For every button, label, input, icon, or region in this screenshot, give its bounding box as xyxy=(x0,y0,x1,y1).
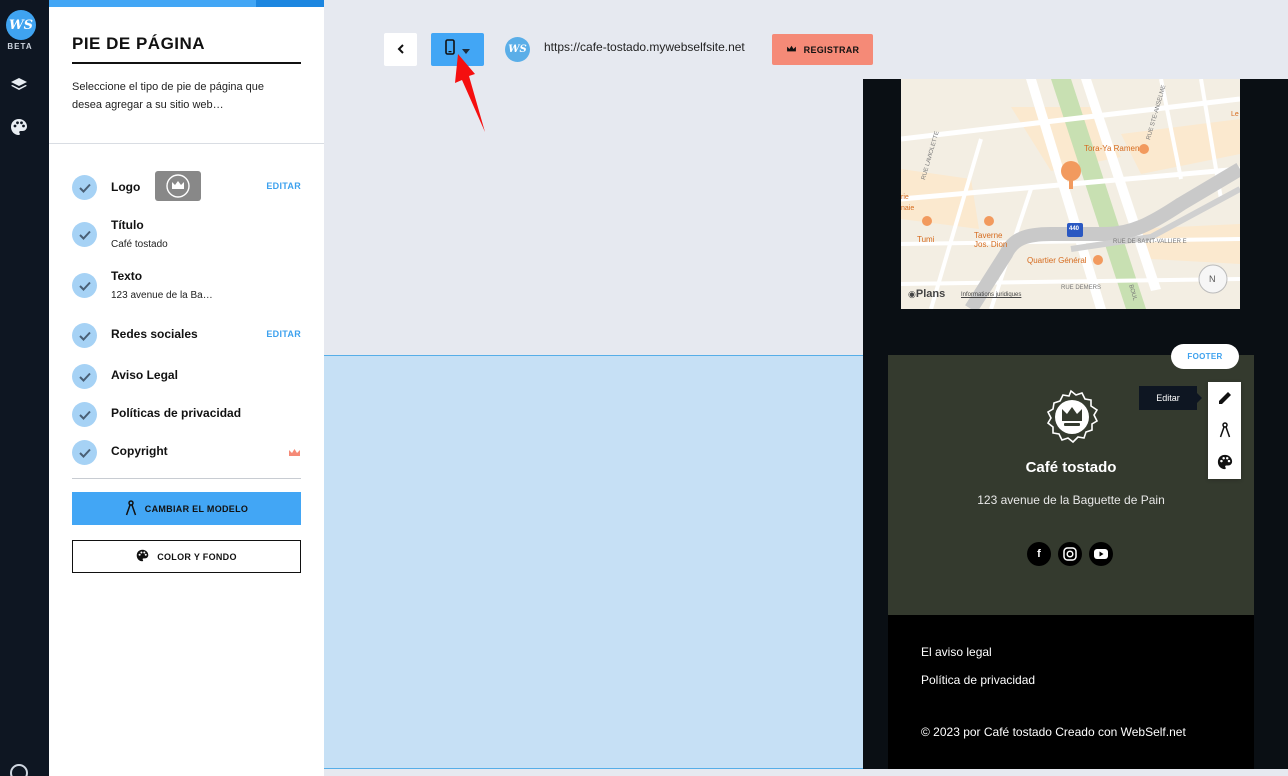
option-label: Redes sociales xyxy=(111,327,198,341)
check-icon[interactable] xyxy=(72,273,97,298)
option-label: Título xyxy=(111,218,144,232)
logo-thumbnail[interactable] xyxy=(155,171,201,201)
map-label: Tora-Ya Ramen xyxy=(1084,144,1140,153)
change-model-button[interactable]: CAMBIAR EL MODELO xyxy=(72,492,301,525)
chevron-left-icon xyxy=(397,41,405,59)
layers-icon[interactable] xyxy=(9,75,29,95)
instagram-icon[interactable] xyxy=(1058,542,1082,566)
check-icon[interactable] xyxy=(72,402,97,427)
palette-icon[interactable] xyxy=(9,117,29,137)
footer-site-title: Café tostado xyxy=(1025,459,1117,476)
compass-icon[interactable]: N xyxy=(1209,274,1216,284)
app-rail: WS BETA xyxy=(0,0,49,776)
divider xyxy=(72,478,301,479)
map-label: naie xyxy=(901,205,915,212)
register-label: REGISTRAR xyxy=(803,44,860,55)
check-icon[interactable] xyxy=(72,364,97,389)
apple-plans-logo: ◉Plans xyxy=(908,288,946,300)
option-label: Texto xyxy=(111,269,143,283)
compass-icon xyxy=(125,499,137,518)
palette-icon xyxy=(136,549,149,564)
map-label: 440 xyxy=(1069,226,1080,232)
option-privacy[interactable]: Políticas de privacidad xyxy=(72,399,301,429)
map-label: RUE DE SAINT-VALLIER E xyxy=(1113,239,1187,245)
register-button[interactable]: REGISTRAR xyxy=(772,34,873,65)
map-label: Quartier Général xyxy=(1027,256,1087,265)
option-label: Copyright xyxy=(111,444,168,458)
facebook-icon[interactable]: f xyxy=(1027,542,1051,566)
privacy-policy-link[interactable]: Política de privacidad xyxy=(921,673,1035,687)
legal-notice-link[interactable]: El aviso legal xyxy=(921,645,992,659)
edit-tooltip: Editar xyxy=(1139,386,1202,410)
edit-social-link[interactable]: EDITAR xyxy=(266,329,301,339)
map-label: rie xyxy=(901,194,909,201)
footer-legal-section[interactable] xyxy=(888,615,1254,769)
option-label: Políticas de privacidad xyxy=(111,406,242,420)
option-value: Café tostado xyxy=(111,239,168,250)
option-copyright[interactable]: Copyright xyxy=(72,437,301,467)
edit-logo-link[interactable]: EDITAR xyxy=(266,181,301,191)
crown-icon xyxy=(786,45,797,55)
map-embed[interactable]: Tora-Ya Ramen Taverne Jos. Dion Quartier… xyxy=(901,79,1240,309)
check-icon[interactable] xyxy=(72,323,97,348)
section-toolbox xyxy=(1208,382,1241,479)
divider xyxy=(49,143,324,144)
footer-section-tag[interactable]: FOOTER xyxy=(1171,344,1239,369)
color-background-button[interactable]: COLOR Y FONDO xyxy=(72,540,301,573)
palette-icon[interactable] xyxy=(1208,446,1241,478)
map-label: Taverne Jos. Dion xyxy=(974,231,1008,249)
option-social[interactable]: Redes sociales EDITAR xyxy=(72,320,301,350)
back-button[interactable] xyxy=(384,33,417,66)
check-icon[interactable] xyxy=(72,440,97,465)
footer-logo[interactable] xyxy=(1041,389,1101,454)
map-label: Tumi xyxy=(917,235,935,244)
option-value: 123 avenue de la Ba… xyxy=(111,290,213,301)
option-title[interactable]: Título Café tostado xyxy=(72,218,301,250)
site-url[interactable]: https://cafe-tostado.mywebselfsite.net xyxy=(544,40,745,54)
map-label: Le xyxy=(1231,111,1239,118)
footer-address: 123 avenue de la Baguette de Pain xyxy=(977,493,1165,507)
annotation-arrow xyxy=(455,54,485,132)
beta-label: BETA xyxy=(7,42,33,51)
option-legal[interactable]: Aviso Legal xyxy=(72,361,301,391)
copyright-text: © 2023 por Café tostado Creado con WebSe… xyxy=(921,725,1186,739)
check-icon[interactable] xyxy=(72,175,97,200)
title-underline xyxy=(72,62,301,64)
option-text[interactable]: Texto 123 avenue de la Ba… xyxy=(72,269,301,301)
map-legal-link[interactable]: Informations juridiques xyxy=(961,292,1021,298)
change-model-label: CAMBIAR EL MODELO xyxy=(144,503,249,514)
site-avatar: WS xyxy=(505,37,530,62)
editor-canvas: WS https://cafe-tostado.mywebselfsite.ne… xyxy=(324,0,1288,776)
option-label: Aviso Legal xyxy=(111,368,178,382)
crown-icon xyxy=(288,445,301,463)
help-icon[interactable] xyxy=(10,764,28,776)
color-background-label: COLOR Y FONDO xyxy=(157,551,237,562)
panel-title: PIE DE PÁGINA xyxy=(72,34,206,53)
social-icons: f xyxy=(1027,542,1113,566)
panel-progress-bar xyxy=(49,0,324,7)
map-label: RUE DEMERS xyxy=(1061,285,1102,291)
pencil-icon[interactable] xyxy=(1208,382,1241,414)
compass-icon[interactable] xyxy=(1208,414,1241,446)
websself-logo[interactable]: WS xyxy=(6,10,36,40)
panel-description: Seleccione el tipo de pie de página que … xyxy=(72,81,265,111)
option-label: Logo xyxy=(111,180,141,194)
footer-settings-panel: PIE DE PÁGINA Seleccione el tipo de pie … xyxy=(49,0,324,776)
youtube-icon[interactable] xyxy=(1089,542,1113,566)
check-icon[interactable] xyxy=(72,222,97,247)
